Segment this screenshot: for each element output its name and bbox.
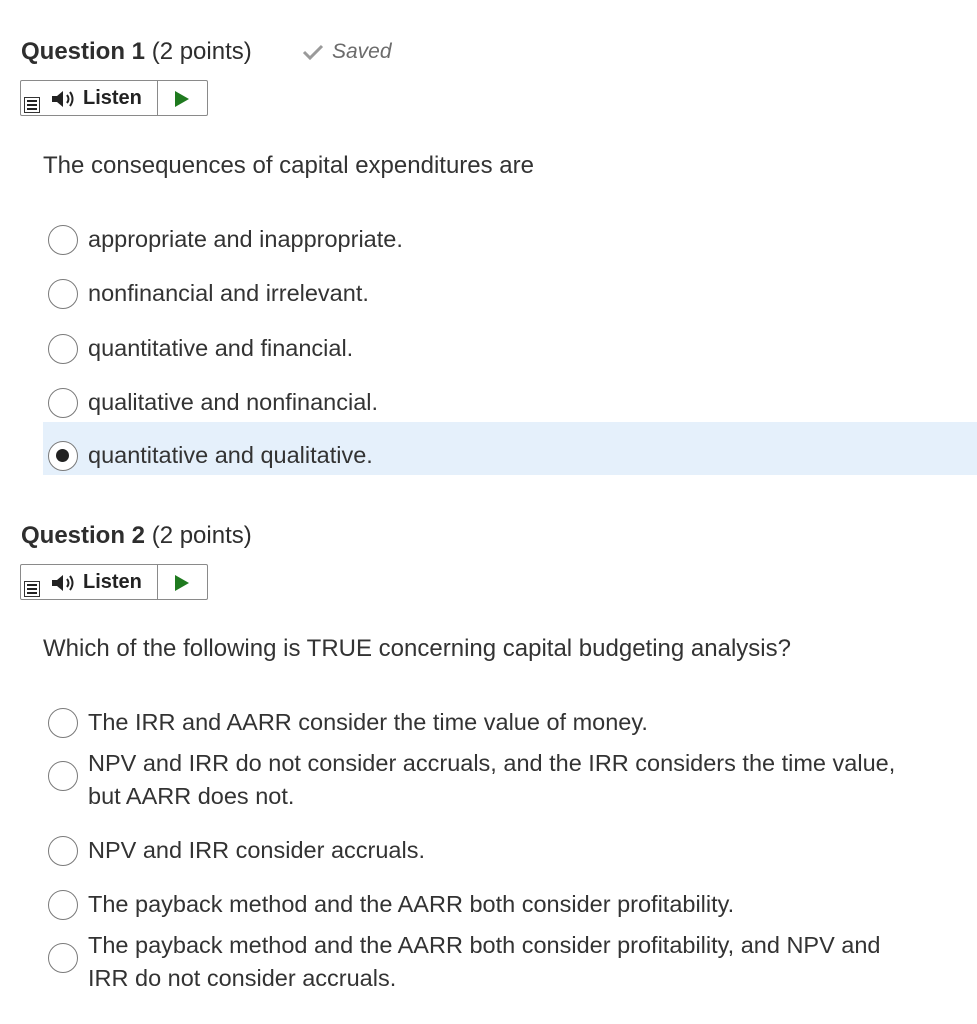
q1-option-label: quantitative and qualitative. — [88, 442, 373, 468]
q1-option-4[interactable]: qualitative and nonfinancial. — [43, 385, 977, 421]
q1-option-3[interactable]: quantitative and financial. — [43, 331, 977, 367]
saved-label: Saved — [332, 40, 392, 63]
question-1-points: (2 points) — [151, 38, 252, 65]
checkmark-icon — [302, 44, 324, 61]
question-1-title: Question 1 — [21, 38, 146, 65]
q2-option-5[interactable]: The payback method and the AARR both con… — [43, 928, 977, 998]
q2-option-label-line-2: IRR do not consider accruals. — [88, 965, 397, 991]
q2-option-3[interactable]: NPV and IRR consider accruals. — [43, 833, 977, 869]
radio-icon[interactable] — [48, 388, 78, 418]
menu-icon[interactable] — [24, 97, 40, 113]
q1-option-5-selected[interactable]: quantitative and qualitative. — [43, 422, 977, 475]
listen-label: Listen — [83, 571, 142, 593]
listen-button-q1[interactable]: Listen — [20, 80, 208, 116]
q2-option-2[interactable]: NPV and IRR do not consider accruals, an… — [43, 746, 977, 816]
q2-option-label: NPV and IRR consider accruals. — [88, 837, 425, 863]
radio-icon[interactable] — [48, 943, 78, 973]
listen-label: Listen — [83, 87, 142, 109]
divider — [157, 565, 158, 599]
saved-status: Saved — [302, 40, 392, 64]
radio-icon[interactable] — [48, 279, 78, 309]
question-1-header: Question 1 (2 points) — [21, 38, 252, 66]
play-icon[interactable] — [174, 90, 190, 108]
radio-icon[interactable] — [48, 334, 78, 364]
q1-option-2[interactable]: nonfinancial and irrelevant. — [43, 276, 977, 312]
q2-option-label-line-1: NPV and IRR do not consider accruals, an… — [88, 750, 896, 776]
q2-option-label: The IRR and AARR consider the time value… — [88, 709, 648, 735]
q1-option-label: quantitative and financial. — [88, 335, 354, 361]
divider — [157, 81, 158, 115]
q1-option-label: appropriate and inappropriate. — [88, 226, 403, 252]
question-2-header: Question 2 (2 points) — [21, 522, 252, 550]
q2-option-label-line-1: The payback method and the AARR both con… — [88, 932, 881, 958]
listen-button-q2[interactable]: Listen — [20, 564, 208, 600]
question-2-title: Question 2 — [21, 522, 146, 549]
radio-icon[interactable] — [48, 836, 78, 866]
radio-icon[interactable] — [48, 761, 78, 791]
q1-option-label: nonfinancial and irrelevant. — [88, 280, 369, 306]
question-2-points: (2 points) — [151, 522, 252, 549]
menu-icon[interactable] — [24, 581, 40, 597]
question-2-prompt: Which of the following is TRUE concernin… — [43, 635, 791, 662]
play-icon[interactable] — [174, 574, 190, 592]
radio-icon[interactable] — [48, 890, 78, 920]
speaker-icon — [52, 575, 74, 591]
question-1-prompt: The consequences of capital expenditures… — [43, 152, 534, 179]
q2-option-label-line-2: but AARR does not. — [88, 783, 295, 809]
radio-selected-icon[interactable] — [48, 441, 78, 471]
q1-option-1[interactable]: appropriate and inappropriate. — [43, 222, 977, 258]
q1-option-label: qualitative and nonfinancial. — [88, 389, 379, 415]
speaker-icon — [52, 91, 74, 107]
q2-option-4[interactable]: The payback method and the AARR both con… — [43, 887, 977, 923]
q2-option-label: The payback method and the AARR both con… — [88, 891, 735, 917]
q2-option-1[interactable]: The IRR and AARR consider the time value… — [43, 705, 977, 741]
radio-icon[interactable] — [48, 708, 78, 738]
radio-icon[interactable] — [48, 225, 78, 255]
